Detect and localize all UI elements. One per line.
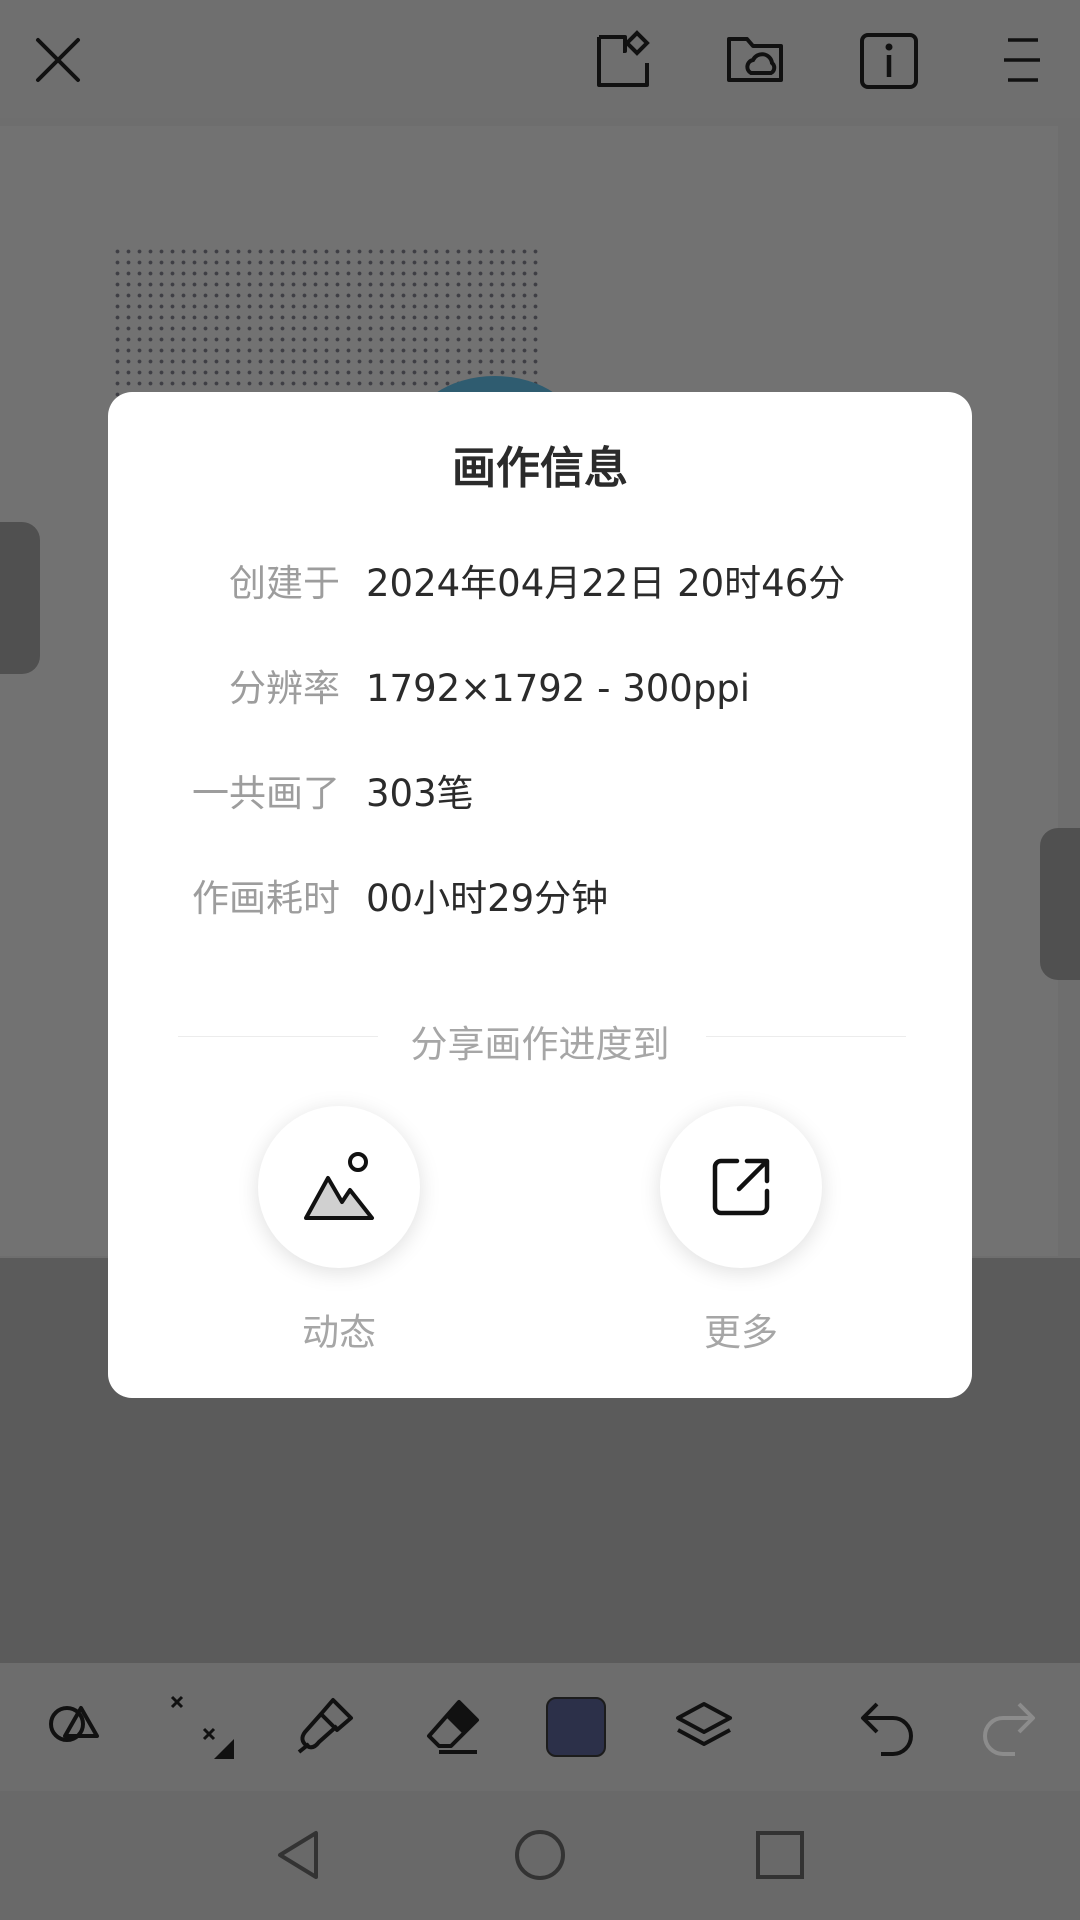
strokes-value: 303笔 xyxy=(366,772,474,815)
undo-icon xyxy=(861,1702,913,1756)
nav-home-button[interactable] xyxy=(498,1813,582,1897)
strokes-label: 一共画了 xyxy=(192,772,340,815)
created-label: 创建于 xyxy=(229,562,340,605)
info-row-created: 创建于 2024年04月22日 20时46分 xyxy=(108,554,972,614)
share-more-label: 更多 xyxy=(704,1311,778,1354)
undo-button[interactable] xyxy=(846,1685,930,1769)
cloud-folder-button[interactable] xyxy=(720,24,792,96)
redo-button[interactable] xyxy=(966,1685,1050,1769)
shapes-edit-icon xyxy=(597,30,650,87)
opacity-handle[interactable] xyxy=(1040,828,1080,980)
duration-label: 作画耗时 xyxy=(192,877,340,920)
duration-value: 00小时29分钟 xyxy=(366,877,609,920)
bottom-toolbar xyxy=(0,1663,1080,1791)
eraser-tool[interactable] xyxy=(412,1685,496,1769)
top-bar xyxy=(0,0,1080,118)
redo-icon xyxy=(983,1702,1035,1756)
close-button[interactable] xyxy=(22,24,94,96)
home-icon xyxy=(515,1830,565,1880)
nav-back-button[interactable] xyxy=(258,1813,342,1897)
created-value: 2024年04月22日 20时46分 xyxy=(366,562,846,605)
shapes-tool[interactable] xyxy=(32,1685,116,1769)
symmetry-icon xyxy=(170,1695,234,1759)
menu-icon xyxy=(1004,38,1040,82)
brush-icon xyxy=(297,1698,353,1754)
share-moments-option[interactable]: 动态 xyxy=(254,1106,424,1356)
recents-icon xyxy=(756,1831,804,1879)
symmetry-tool[interactable] xyxy=(160,1685,244,1769)
layers-icon xyxy=(676,1702,732,1746)
color-picker[interactable] xyxy=(534,1685,618,1769)
share-title: 分享画作进度到 xyxy=(410,1023,670,1066)
external-share-icon xyxy=(712,1158,770,1216)
system-nav-bar xyxy=(0,1791,1080,1920)
info-row-duration: 作画耗时 00小时29分钟 xyxy=(108,869,972,929)
info-row-resolution: 分辨率 1792×1792 - 300ppi xyxy=(108,659,972,719)
cloud-folder-icon xyxy=(727,37,783,82)
share-more-option[interactable]: 更多 xyxy=(656,1106,826,1356)
share-moments-label: 动态 xyxy=(302,1311,376,1354)
info-row-strokes: 一共画了 303笔 xyxy=(108,764,972,824)
resolution-label: 分辨率 xyxy=(229,667,340,710)
close-icon xyxy=(36,38,80,82)
layers-tool[interactable] xyxy=(662,1685,746,1769)
info-icon xyxy=(860,33,918,89)
dialog-title: 画作信息 xyxy=(452,443,628,494)
eraser-icon xyxy=(427,1700,479,1754)
back-icon xyxy=(278,1831,318,1879)
brush-tool[interactable] xyxy=(284,1685,368,1769)
shapes-icon xyxy=(49,1706,99,1742)
share-more-button[interactable] xyxy=(660,1106,822,1268)
brush-size-handle[interactable] xyxy=(0,522,40,674)
resolution-value: 1792×1792 - 300ppi xyxy=(366,667,751,710)
menu-button[interactable] xyxy=(986,24,1058,96)
edit-shapes-button[interactable] xyxy=(588,24,660,96)
info-button[interactable] xyxy=(853,24,925,96)
color-swatch xyxy=(546,1697,606,1757)
divider-right xyxy=(706,1036,906,1037)
image-mountain-icon xyxy=(304,1152,374,1220)
nav-recents-button[interactable] xyxy=(738,1813,822,1897)
artwork-info-dialog: 画作信息 创建于 2024年04月22日 20时46分 分辨率 1792×179… xyxy=(108,392,972,1398)
share-moments-button[interactable] xyxy=(258,1106,420,1268)
